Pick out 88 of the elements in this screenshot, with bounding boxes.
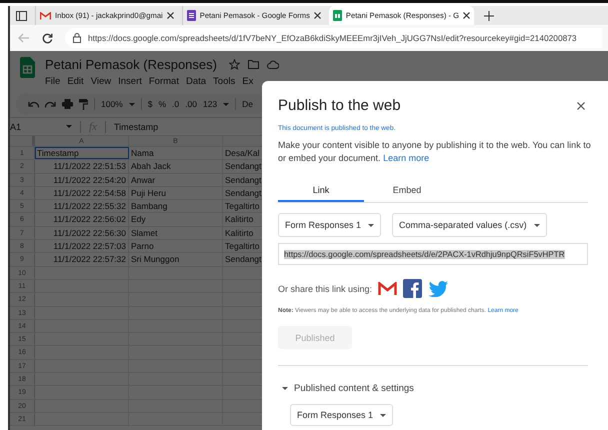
number-format-dropdown[interactable]: 123 (202, 99, 218, 109)
table-cell: Parno (131, 241, 154, 252)
menu-item[interactable]: Insert (118, 76, 142, 87)
paint-format-icon[interactable] (79, 98, 88, 110)
caret-icon (534, 224, 540, 226)
table-cell: 11/1/2022 22:56:02 (53, 214, 126, 224)
new-tab-icon[interactable] (484, 10, 494, 20)
table-cell: 11/1/2022 22:51:53 (53, 161, 126, 172)
dialog-tab[interactable]: Link (278, 185, 364, 202)
close-icon[interactable] (314, 12, 321, 19)
caret-icon (128, 102, 135, 106)
caret-icon (380, 414, 386, 416)
font-dropdown[interactable]: De (242, 99, 254, 109)
table-cell: Puji Heru (131, 188, 166, 198)
content-dropdown[interactable]: Form Responses 1 (290, 404, 394, 426)
form-icon (186, 10, 196, 21)
sheet-dropdown[interactable]: Form Responses 1 (278, 213, 382, 237)
reload-icon[interactable] (42, 32, 53, 44)
table-cell: Abah Jack (131, 161, 171, 172)
menu-item[interactable]: Tools (213, 76, 236, 87)
envelope-icon[interactable] (378, 282, 398, 296)
table-cell: Kalitirto (225, 228, 254, 238)
table-cell: 11/1/2022 22:54:58 (53, 188, 126, 198)
zoom-dropdown[interactable]: 100% (101, 99, 123, 109)
table-cell: Anwar (131, 174, 156, 185)
table-cell: 11/1/2022 22:57:32 (53, 254, 126, 264)
tab-actions-icon[interactable] (16, 10, 27, 20)
caret-icon (368, 224, 374, 226)
table-cell: Bambang (131, 201, 168, 212)
caret-icon (223, 102, 230, 106)
menu-item[interactable]: View (90, 76, 112, 87)
table-cell: Tegaltirto (225, 201, 260, 212)
dialog-title: Publish to the web (278, 97, 401, 114)
folder-icon[interactable] (248, 60, 259, 69)
cloud-icon[interactable] (266, 60, 279, 69)
table-cell: Sendangt (225, 161, 262, 172)
table-cell: Sri Munggon (131, 254, 180, 264)
name-box[interactable]: A1 (10, 122, 58, 132)
star-icon[interactable] (228, 59, 240, 70)
close-icon[interactable] (463, 12, 470, 19)
menu-item[interactable]: File (45, 76, 60, 87)
close-icon[interactable] (166, 12, 174, 19)
document-title[interactable]: Petani Pemasok (Responses) (45, 57, 217, 72)
share-label: Or share this link using: (278, 284, 372, 294)
table-cell: 11/1/2022 22:55:32 (53, 201, 126, 212)
spreadsheet-icon (332, 10, 342, 21)
formula-field[interactable]: Timestamp (114, 122, 158, 132)
menu-item[interactable]: Edit (67, 76, 84, 87)
section-toggle[interactable]: Published content & settings (278, 383, 593, 394)
redo-icon[interactable] (45, 100, 56, 108)
table-cell: Sendangt (225, 174, 262, 185)
table-cell: 11/1/2022 22:56:30 (53, 228, 126, 238)
currency-format-button[interactable]: $ (148, 99, 152, 109)
menu-item[interactable]: Format (148, 76, 179, 87)
address-bar[interactable]: https://docs.google.com/spreadsheets/d/1fV7beNY_EfOzaB6kdiSkyMEEEmr3jIVeh_JjUGG7NsI/edit?resourcekey#gid=2140200873 (65, 28, 602, 48)
learn-more-link[interactable]: Learn more (383, 153, 430, 163)
caret-icon (282, 387, 288, 390)
table-cell: Timestamp (37, 148, 79, 158)
envelope-icon (40, 12, 51, 20)
link-field[interactable]: https://docs.google.com/spreadsheets/d/e/2PACX-1vRdhju9npQRsiF5vHPTR (278, 243, 588, 265)
table-cell: Sendangt (225, 188, 262, 198)
table-cell: Tegaltirto (225, 241, 260, 252)
decrease-decimals-button[interactable]: .0 (172, 99, 180, 109)
back-icon[interactable] (18, 33, 30, 43)
table-cell: Kalitirto (225, 214, 254, 224)
table-cell: 11/1/2022 22:57:03 (53, 241, 126, 252)
undo-icon[interactable] (28, 100, 39, 108)
lock-icon (73, 33, 81, 43)
increase-decimals-button[interactable]: .00 (185, 99, 197, 109)
description-text: Make your content visible to anyone by publishing it to the web. You can link to or embed your document. Learn more (278, 139, 592, 165)
caret-icon (66, 125, 72, 128)
spreadsheet-logo-icon[interactable] (20, 57, 35, 78)
table-cell: Nama (131, 148, 154, 158)
table-cell: Slamet (131, 228, 158, 238)
table-cell: 11/1/2022 22:54:20 (53, 174, 126, 185)
menu-item[interactable]: Data (186, 76, 206, 87)
table-cell: Edy (131, 214, 146, 224)
table-cell: Desa/Kal (225, 148, 260, 158)
url-text: https://docs.google.com/spreadsheets/d/1fV7beNY_EfOzaB6kdiSkyMEEEmr3jIVeh_JjUGG7NsI/edit?resourcekey#gid=2140200873 (88, 33, 577, 43)
percent-format-button[interactable]: % (158, 99, 166, 109)
print-icon[interactable] (62, 99, 73, 109)
dialog-tab[interactable]: Embed (364, 185, 450, 202)
table-cell: Sendangt (225, 254, 262, 264)
format-dropdown[interactable]: Comma-separated values (.csv) (392, 213, 547, 237)
close-icon[interactable] (577, 102, 585, 110)
menu-item[interactable]: Ex (242, 76, 254, 87)
bird-icon[interactable] (428, 280, 448, 296)
facebook-icon[interactable] (403, 279, 422, 298)
